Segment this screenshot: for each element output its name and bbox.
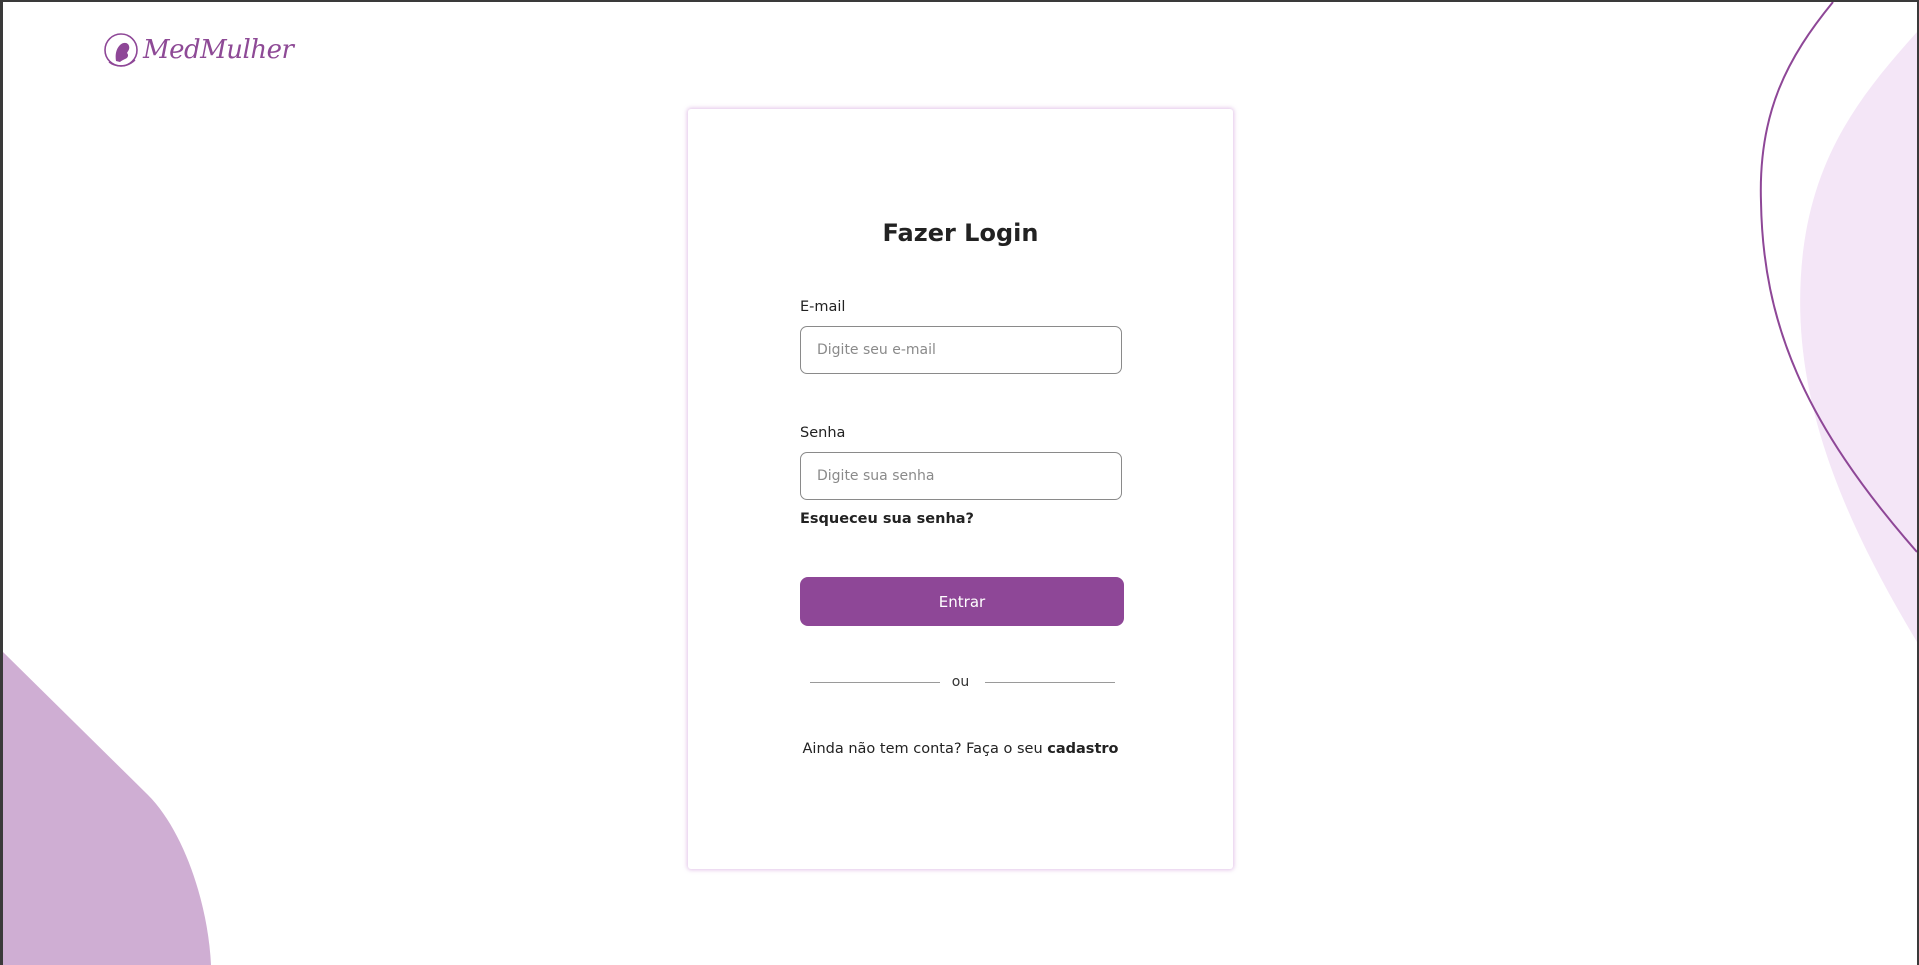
forgot-password-link[interactable]: Esqueceu sua senha? <box>800 511 974 527</box>
page: MedMulher Fazer Login E-mail Senha Esque… <box>3 2 1917 965</box>
login-button[interactable]: Entrar <box>800 577 1124 626</box>
email-label: E-mail <box>800 299 846 315</box>
password-label: Senha <box>800 425 846 441</box>
login-card: Fazer Login E-mail Senha Esqueceu sua se… <box>688 109 1233 869</box>
signup-prompt: Ainda não tem conta? Faça o seu cadastro <box>688 741 1233 757</box>
signup-prompt-text: Ainda não tem conta? Faça o seu <box>802 741 1043 757</box>
page-title: Fazer Login <box>882 219 1039 247</box>
divider-line-right <box>985 682 1115 683</box>
divider-text: ou <box>951 674 970 690</box>
top-right-light-blob <box>1800 32 1917 642</box>
brand-name: MedMulher <box>143 35 294 65</box>
signup-link[interactable]: cadastro <box>1047 741 1118 757</box>
bottom-left-blob <box>3 652 211 965</box>
password-field[interactable] <box>800 452 1122 500</box>
email-field[interactable] <box>800 326 1122 374</box>
woman-profile-icon <box>104 33 138 67</box>
top-right-curve-line <box>1759 2 1917 553</box>
brand-logo[interactable]: MedMulher <box>103 30 294 70</box>
